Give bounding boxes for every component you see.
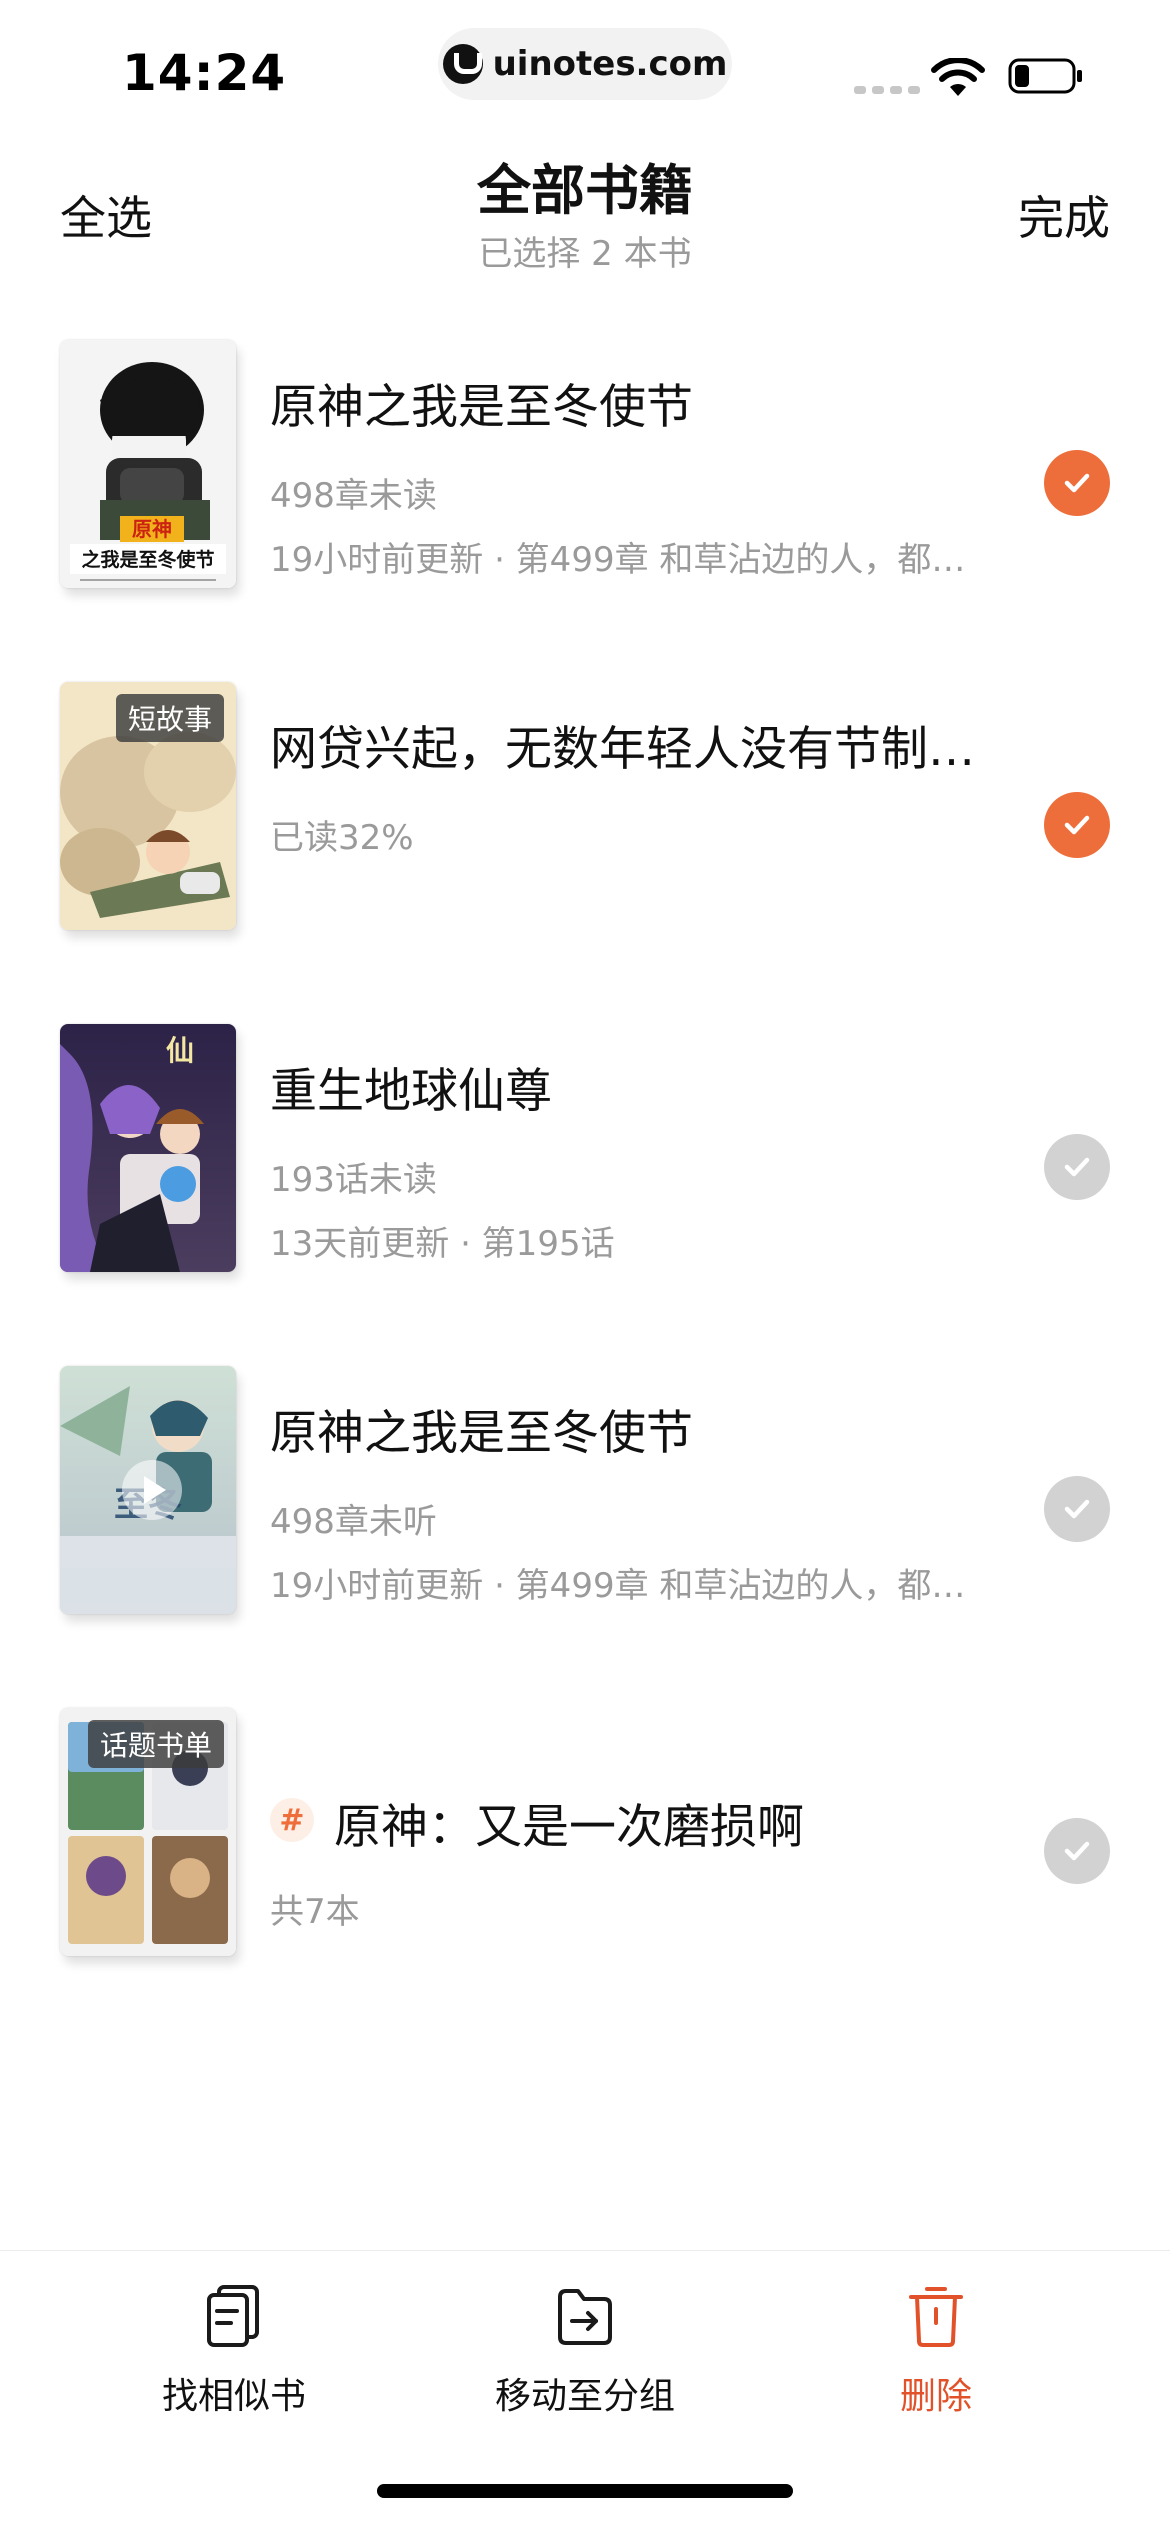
book-item[interactable]: 至冬 原神之我是至冬使节 498章未听 19小时前更新 · 第499章 和草沾边… — [0, 1366, 1170, 1708]
url-pill[interactable]: uinotes.com — [438, 28, 732, 100]
folder-move-icon — [558, 2289, 612, 2345]
delete-label: 删除 — [899, 2376, 972, 2417]
book-title: 原神之我是至冬使节 — [270, 1406, 693, 1461]
cover-title: 原神 — [132, 517, 172, 541]
page-title: 全部书籍 — [477, 159, 693, 222]
home-indicator[interactable] — [377, 2484, 793, 2498]
delete-button[interactable]: 删除 — [786, 2283, 1086, 2419]
checkmark-icon — [1064, 1157, 1090, 1177]
status-time: 14:24 — [122, 44, 287, 102]
book-title: 重生地球仙尊 — [270, 1064, 552, 1119]
uinotes-logo-icon — [442, 44, 483, 84]
checkmark-icon — [1064, 1499, 1090, 1519]
battery-icon — [1008, 58, 1082, 94]
find-similar-label: 找相似书 — [161, 2376, 306, 2417]
url-text: uinotes.com — [492, 44, 728, 84]
trash-icon — [909, 2287, 963, 2347]
cellular-signal-icon — [854, 86, 920, 94]
book-cover: 仙 — [60, 1024, 236, 1272]
checkmark-icon — [1064, 815, 1090, 835]
checkmark-icon — [1064, 1841, 1090, 1861]
nav-header: 全选 全部书籍 已选择 2 本书 完成 — [0, 140, 1170, 290]
book-update-info: 13天前更新 · 第195话 — [270, 1224, 615, 1264]
done-button[interactable]: 完成 — [1018, 182, 1110, 248]
similar-books-icon — [207, 2285, 259, 2347]
book-item[interactable]: 原神 之我是至冬使节 原神之我是至冬使节 498章未读 19小时前更新 · 第4… — [0, 340, 1170, 682]
checkmark-icon — [1064, 473, 1090, 493]
select-checkbox[interactable] — [1044, 1818, 1110, 1884]
book-update-info: 19小时前更新 · 第499章 和草沾边的人，都… — [270, 1566, 966, 1606]
book-cover: 原神 之我是至冬使节 — [60, 340, 236, 588]
book-unread-count: 498章未读 — [270, 476, 437, 516]
book-title: 网贷兴起，无数年轻人没有节制… — [270, 722, 975, 777]
cover-tag: 话题书单 — [87, 1720, 224, 1768]
book-title: 原神之我是至冬使节 — [270, 380, 693, 435]
booklist-cover: 话题书单 — [60, 1708, 236, 1956]
book-list: 原神 之我是至冬使节 原神之我是至冬使节 498章未读 19小时前更新 · 第4… — [0, 340, 1170, 2050]
book-item[interactable]: 仙 重生地球仙尊 193话未读 13天前更新 · 第195话 — [0, 1024, 1170, 1366]
book-progress: 已读32% — [270, 818, 414, 858]
select-checkbox[interactable] — [1044, 1134, 1110, 1200]
find-similar-button[interactable]: 找相似书 — [84, 2283, 384, 2419]
status-bar: 14:24 uinotes.com — [0, 0, 1170, 140]
book-cover: 短故事 — [60, 682, 236, 930]
selection-count: 已选择 2 本书 — [478, 234, 692, 274]
svg-text:仙: 仙 — [166, 1034, 194, 1067]
book-unread-count: 193话未读 — [270, 1160, 437, 1200]
cover-subtitle: 之我是至冬使节 — [81, 548, 214, 571]
bookshelf-edit-screen: 14:24 uinotes.com 全选 全部书籍 已选择 2 本书 完成 原神… — [0, 0, 1170, 2532]
book-update-info: 19小时前更新 · 第499章 和草沾边的人，都… — [270, 540, 966, 580]
book-title: 原神：又是一次磨损啊 — [334, 1800, 804, 1855]
select-checkbox[interactable] — [1044, 792, 1110, 858]
move-to-group-label: 移动至分组 — [494, 2376, 675, 2417]
select-checkbox[interactable] — [1044, 450, 1110, 516]
topic-hash-icon: # — [270, 1798, 314, 1842]
cover-tag: 短故事 — [115, 694, 224, 742]
book-cover: 至冬 — [60, 1366, 236, 1614]
book-item[interactable]: 短故事 网贷兴起，无数年轻人没有节制… 已读32% — [0, 682, 1170, 1024]
book-list-item[interactable]: 话题书单 # 原神：又是一次磨损啊 共7本 — [0, 1708, 1170, 2050]
booklist-count: 共7本 — [270, 1892, 360, 1932]
book-unheard-count: 498章未听 — [270, 1502, 437, 1542]
select-checkbox[interactable] — [1044, 1476, 1110, 1542]
move-to-group-button[interactable]: 移动至分组 — [435, 2283, 735, 2419]
wifi-icon — [931, 58, 985, 96]
